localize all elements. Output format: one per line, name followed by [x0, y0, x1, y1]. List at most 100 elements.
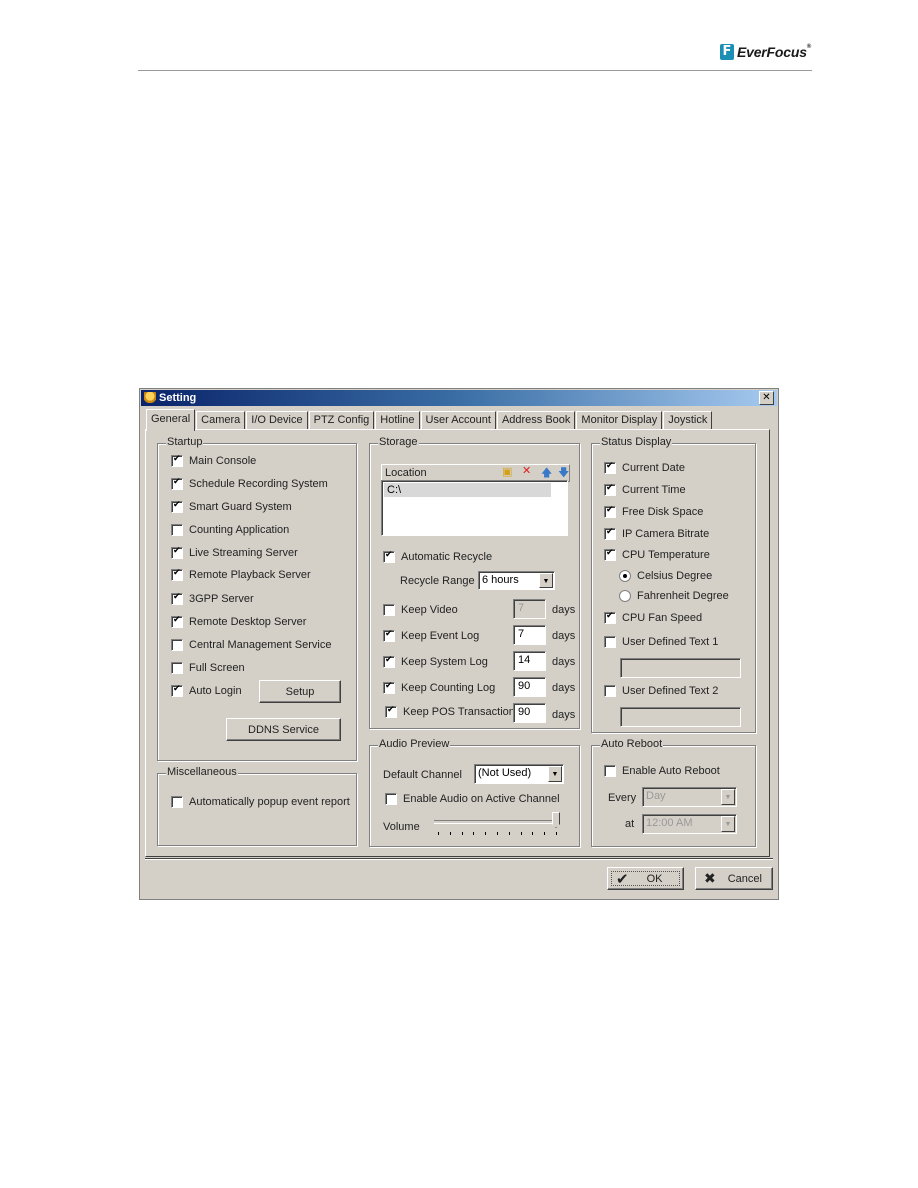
startup-schedule-recording[interactable]: Schedule Recording System [171, 477, 328, 490]
volume-slider-thumb[interactable] [552, 812, 560, 828]
checkbox[interactable] [171, 639, 183, 651]
keep-video-days-input[interactable]: 7 [513, 599, 546, 619]
tab-io-device[interactable]: I/O Device [246, 411, 308, 429]
misc-popup-event-report[interactable]: Automatically popup event report [171, 796, 350, 808]
status-current-time[interactable]: Current Time [604, 483, 686, 496]
status-display-group: Status Display Current Date Current Time… [591, 436, 756, 733]
automatic-recycle[interactable]: Automatic Recycle [383, 550, 492, 563]
checkbox-label: CPU Fan Speed [622, 612, 703, 624]
location-listbox[interactable]: C:\ [381, 480, 568, 536]
location-item[interactable]: C:\ [384, 483, 551, 497]
checkbox[interactable] [171, 615, 183, 628]
enable-audio-active-channel[interactable]: Enable Audio on Active Channel [385, 793, 560, 805]
close-button[interactable]: ✕ [759, 391, 774, 405]
checkbox[interactable] [604, 505, 616, 518]
checkbox[interactable] [171, 568, 183, 581]
reboot-at-select[interactable]: 12:00 AM ▼ [642, 814, 737, 834]
ok-button[interactable]: ✔ OK [607, 867, 684, 890]
title-bar[interactable]: Setting ✕ [141, 390, 777, 406]
chevron-down-icon[interactable]: ▼ [548, 766, 562, 782]
checkbox[interactable] [604, 765, 616, 777]
status-cpu-temperature[interactable]: CPU Temperature [604, 548, 710, 561]
status-cpu-fan-speed[interactable]: CPU Fan Speed [604, 611, 703, 624]
radio[interactable] [619, 570, 631, 582]
enable-auto-reboot[interactable]: Enable Auto Reboot [604, 765, 720, 777]
startup-central-management[interactable]: Central Management Service [171, 639, 331, 651]
startup-counting-application[interactable]: Counting Application [171, 524, 289, 536]
checkbox[interactable] [385, 793, 397, 805]
keep-pos-transaction-days-input[interactable]: 90 [513, 703, 546, 723]
checkbox[interactable] [171, 592, 183, 605]
startup-full-screen[interactable]: Full Screen [171, 662, 245, 674]
status-user-defined-text-1[interactable]: User Defined Text 1 [604, 636, 718, 648]
default-channel-select[interactable]: (Not Used) ▼ [474, 764, 564, 784]
checkbox[interactable] [171, 477, 183, 490]
checkbox[interactable] [171, 662, 183, 674]
ddns-service-button[interactable]: DDNS Service [226, 718, 341, 741]
startup-remote-desktop[interactable]: Remote Desktop Server [171, 615, 306, 628]
setup-button[interactable]: Setup [259, 680, 341, 703]
checkbox[interactable] [171, 524, 183, 536]
checkbox[interactable] [604, 483, 616, 496]
startup-live-streaming[interactable]: Live Streaming Server [171, 546, 298, 559]
folder-icon[interactable]: ▣ [502, 465, 512, 478]
tab-monitor-display[interactable]: Monitor Display [576, 411, 663, 429]
checkbox[interactable] [171, 546, 183, 559]
startup-remote-playback[interactable]: Remote Playback Server [171, 568, 311, 581]
keep-counting-log[interactable]: Keep Counting Log [383, 681, 495, 694]
checkbox[interactable] [383, 604, 395, 616]
cancel-button[interactable]: ✖ Cancel [695, 867, 773, 890]
checkbox[interactable] [383, 655, 395, 668]
radio[interactable] [619, 590, 631, 602]
checkbox[interactable] [171, 684, 183, 697]
checkbox[interactable] [171, 500, 183, 513]
checkbox[interactable] [604, 636, 616, 648]
checkbox[interactable] [383, 681, 395, 694]
startup-auto-login[interactable]: Auto Login [171, 684, 242, 697]
checkbox[interactable] [171, 796, 183, 808]
status-ip-camera-bitrate[interactable]: IP Camera Bitrate [604, 527, 709, 540]
keep-system-log[interactable]: Keep System Log [383, 655, 488, 668]
recycle-range-select[interactable]: 6 hours ▼ [478, 571, 555, 590]
celsius-degree-radio[interactable]: Celsius Degree [619, 570, 712, 582]
tab-camera[interactable]: Camera [196, 411, 246, 429]
checkbox[interactable] [604, 548, 616, 561]
user-defined-text-2-input[interactable] [620, 707, 741, 727]
keep-event-log-days-input[interactable]: 7 [513, 625, 546, 645]
checkbox[interactable] [385, 705, 397, 718]
tab-address-book[interactable]: Address Book [496, 411, 576, 429]
checkbox-label: Keep Video [401, 604, 458, 616]
chevron-down-icon[interactable]: ▼ [721, 789, 735, 805]
reboot-every-select[interactable]: Day ▼ [642, 787, 737, 807]
volume-slider[interactable] [434, 812, 560, 838]
tab-user-account[interactable]: User Account [420, 411, 496, 429]
tab-hotline[interactable]: Hotline [375, 411, 420, 429]
delete-icon[interactable]: ✕ [522, 464, 531, 477]
checkbox[interactable] [604, 611, 616, 624]
tab-general[interactable]: General [146, 409, 196, 431]
checkbox[interactable] [171, 454, 183, 467]
status-free-disk-space[interactable]: Free Disk Space [604, 505, 703, 518]
user-defined-text-1-input[interactable] [620, 658, 741, 678]
keep-video[interactable]: Keep Video [383, 604, 458, 616]
chevron-down-icon[interactable]: ▼ [721, 816, 735, 832]
tab-joystick[interactable]: Joystick [663, 411, 713, 429]
keep-system-log-days-input[interactable]: 14 [513, 651, 546, 671]
fahrenheit-degree-radio[interactable]: Fahrenheit Degree [619, 590, 729, 602]
startup-main-console[interactable]: Main Console [171, 454, 256, 467]
recycle-range-value: 6 hours [482, 574, 519, 586]
checkbox[interactable] [604, 685, 616, 697]
checkbox[interactable] [604, 461, 616, 474]
startup-3gpp-server[interactable]: 3GPP Server [171, 592, 254, 605]
checkbox[interactable] [383, 629, 395, 642]
status-user-defined-text-2[interactable]: User Defined Text 2 [604, 685, 718, 697]
keep-counting-log-days-input[interactable]: 90 [513, 677, 546, 697]
status-current-date[interactable]: Current Date [604, 461, 685, 474]
chevron-down-icon[interactable]: ▼ [539, 573, 553, 588]
checkbox[interactable] [383, 550, 395, 563]
keep-pos-transaction[interactable]: Keep POS Transaction [385, 705, 515, 718]
keep-event-log[interactable]: Keep Event Log [383, 629, 479, 642]
checkbox[interactable] [604, 527, 616, 540]
startup-smart-guard[interactable]: Smart Guard System [171, 500, 292, 513]
tab-ptz-config[interactable]: PTZ Config [308, 411, 375, 429]
